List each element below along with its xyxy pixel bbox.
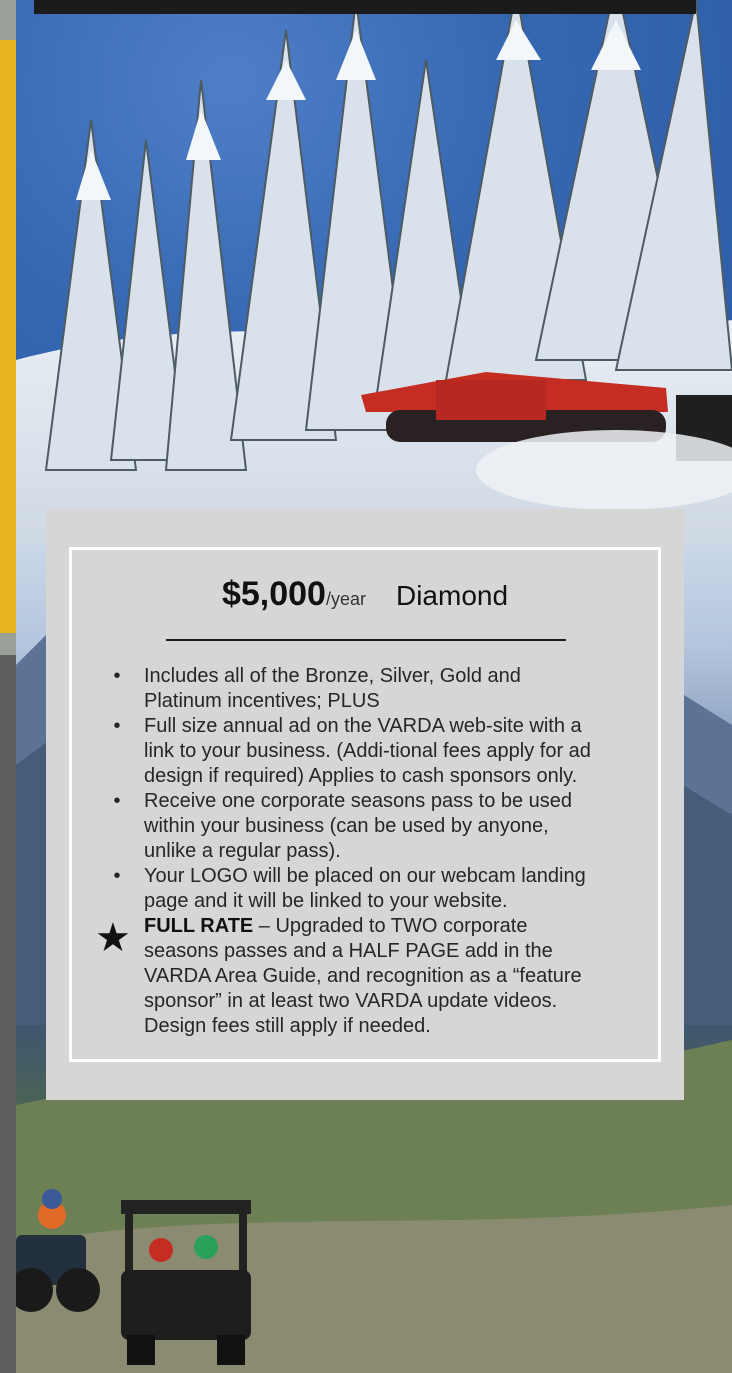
tier-name: Diamond	[395, 580, 509, 611]
benefit-item: • Receive one corporate seasons pass to …	[113, 789, 604, 864]
top-dark-bar	[34, 0, 696, 14]
price-row: $5,000/year Diamond	[72, 572, 658, 623]
sponsorship-card-inner: $5,000/year Diamond • Includes all of the…	[69, 547, 661, 1062]
benefit-text: Your LOGO will be placed on our webcam l…	[144, 865, 586, 912]
page: $5,000/year Diamond • Includes all of the…	[0, 0, 732, 1373]
benefit-item: • Includes all of the Bronze, Silver, Go…	[113, 664, 604, 714]
benefits-list: • Includes all of the Bronze, Silver, Go…	[95, 664, 604, 1039]
benefit-text: Receive one corporate seasons pass to be…	[144, 790, 573, 862]
star-icon: ★	[95, 916, 131, 960]
full-rate-item: ★ FULL RATE – Upgraded to TWO corporate …	[95, 914, 604, 1039]
benefit-item: • Your LOGO will be placed on our webcam…	[113, 864, 604, 914]
snowy-forest-photo	[16, 0, 732, 545]
benefit-text: Includes all of the Bronze, Silver, Gold…	[144, 665, 521, 712]
price-period: /year	[325, 589, 366, 609]
accent-bar-yellow	[0, 40, 16, 633]
benefit-text: Full size annual ad on the VARDA web-sit…	[144, 715, 591, 787]
bullet-icon: •	[113, 665, 121, 687]
accent-bar-gray	[0, 655, 16, 1373]
divider-rule	[166, 639, 566, 641]
sponsorship-card: $5,000/year Diamond • Includes all of the…	[46, 509, 684, 1100]
full-rate-label: FULL RATE	[144, 915, 254, 937]
price: $5,000	[221, 575, 326, 613]
snowy-forest-illustration	[16, 0, 732, 545]
benefit-item: • Full size annual ad on the VARDA web-s…	[113, 714, 604, 789]
bullet-icon: •	[113, 790, 121, 812]
bullet-icon: •	[113, 715, 121, 737]
bullet-icon: •	[113, 865, 121, 887]
